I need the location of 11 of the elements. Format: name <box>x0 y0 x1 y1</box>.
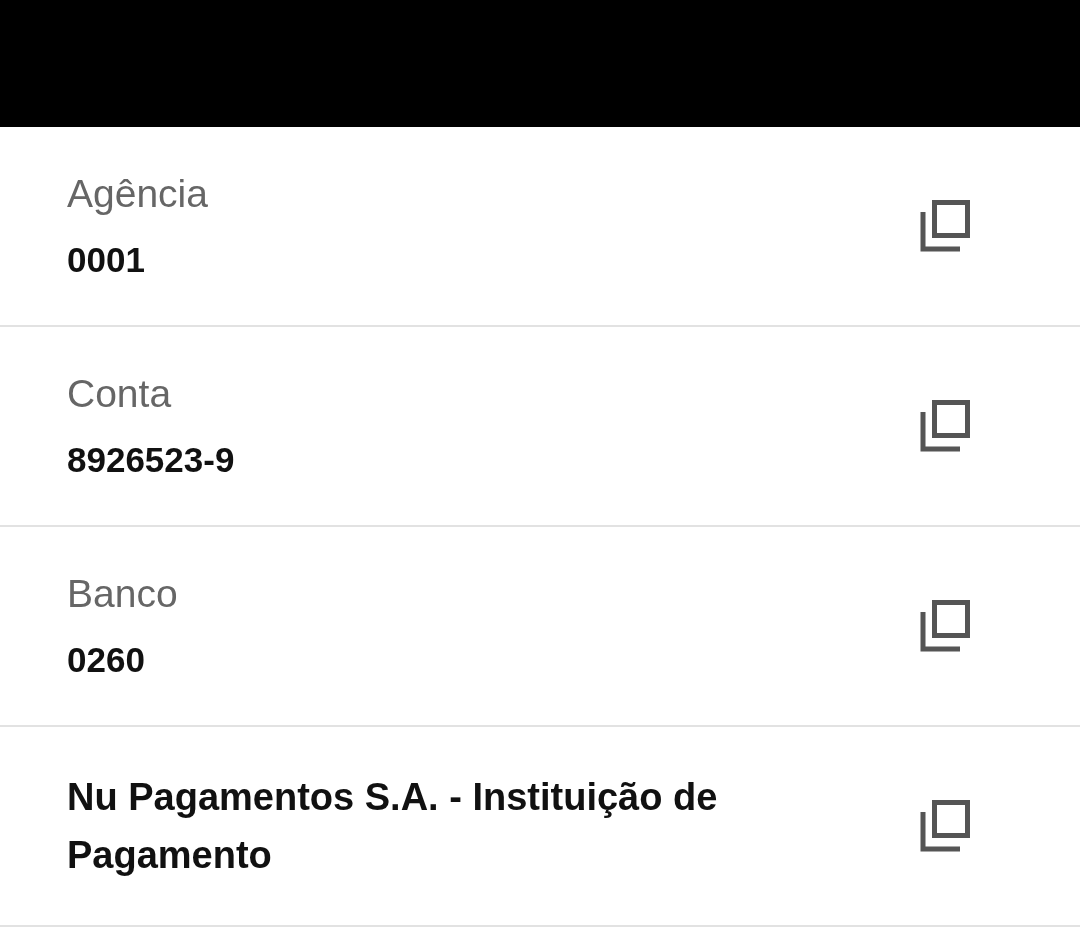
copy-icon[interactable] <box>920 600 972 652</box>
copy-icon[interactable] <box>920 800 972 852</box>
copy-icon[interactable] <box>920 200 972 252</box>
field-value: 0001 <box>67 239 146 281</box>
field-value: 0260 <box>67 639 146 681</box>
field-label: Agência <box>67 171 208 217</box>
field-value: 8926523-9 <box>67 439 235 481</box>
bank-name: Nu Pagamentos S.A. - Instituição de Pagamento <box>67 775 719 878</box>
copy-icon[interactable] <box>920 400 972 452</box>
field-label: Conta <box>67 371 173 417</box>
field-label: Banco <box>67 571 178 617</box>
